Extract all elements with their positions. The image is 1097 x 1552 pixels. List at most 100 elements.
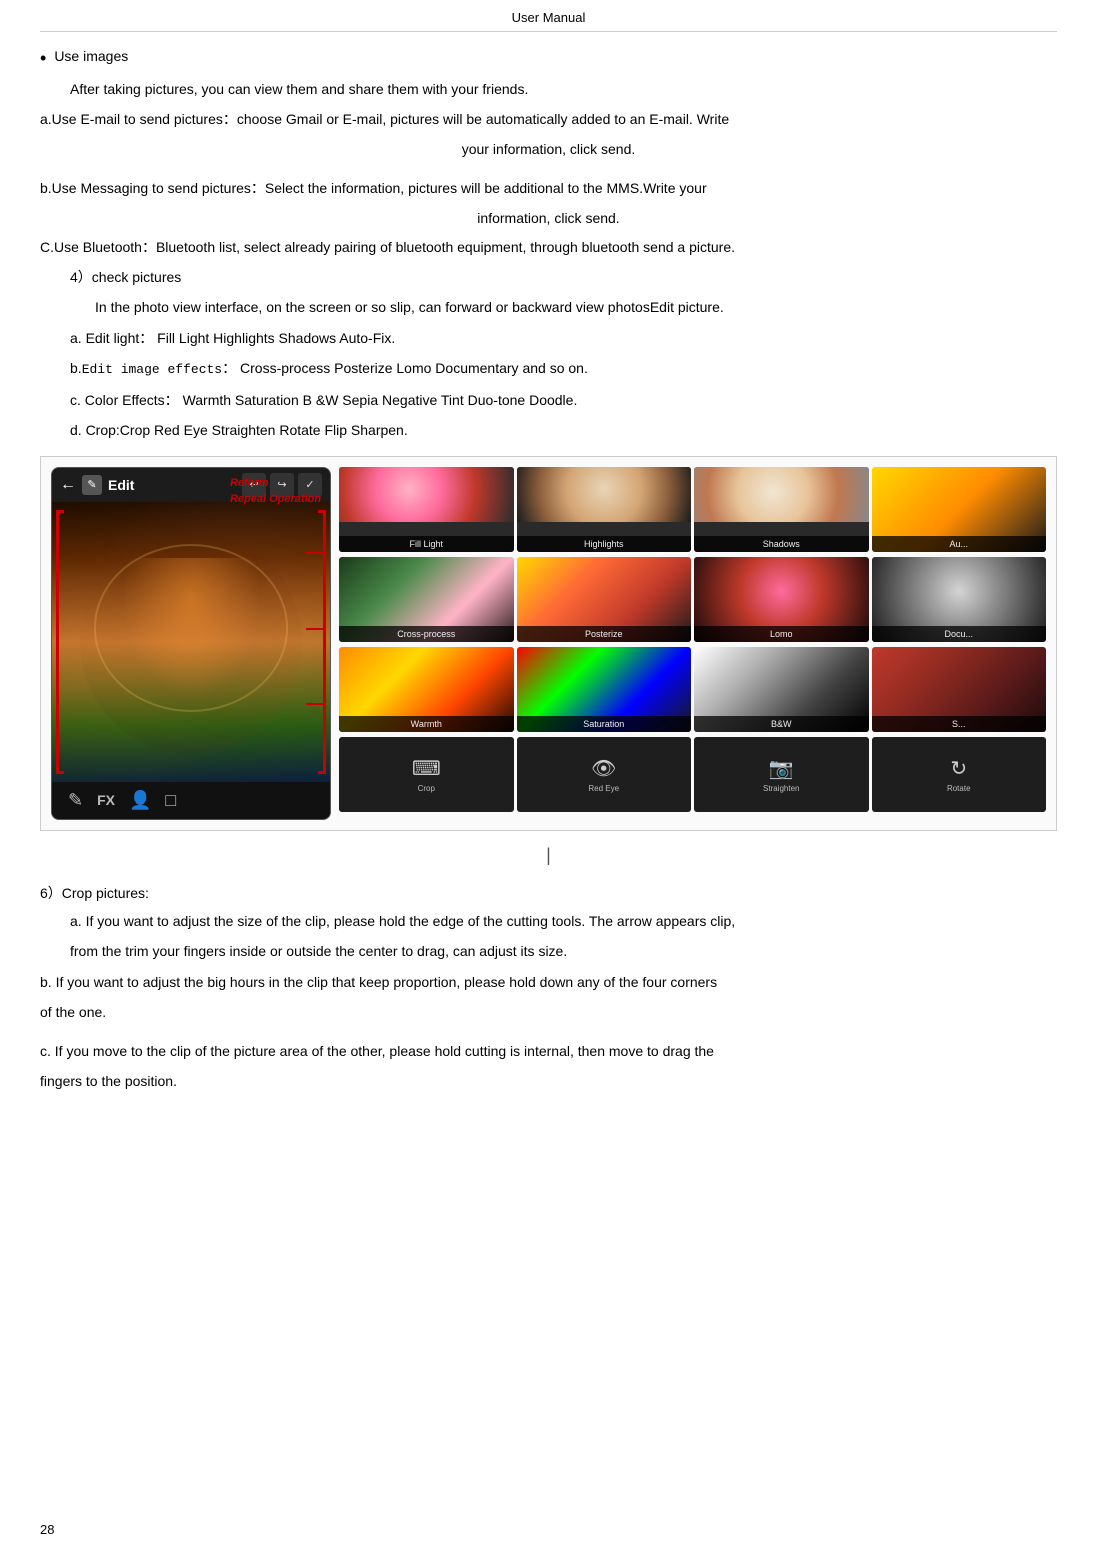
autofix-cell[interactable]: Au... <box>872 467 1047 552</box>
redeye-icon-label: Red Eye <box>588 784 619 793</box>
messaging-line1: b.Use Messaging to send pictures：Select … <box>40 177 1057 199</box>
page-header: User Manual <box>40 10 1057 32</box>
fx-label[interactable]: FX <box>97 792 115 808</box>
cursor-bar-line: | <box>40 845 1057 866</box>
edit-effects-colon: ： <box>222 360 236 376</box>
bluetooth-line: C.Use Bluetooth：Bluetooth list, select a… <box>40 236 1057 258</box>
edit-effects-line: b.Edit image effects： Cross-process Post… <box>70 357 1057 381</box>
autofix-label: Au... <box>872 536 1047 552</box>
documentary-cell[interactable]: Docu... <box>872 557 1047 642</box>
crop-bottom-icon[interactable]: □ <box>165 790 176 811</box>
crop-cell[interactable]: ⌨ Crop <box>339 737 514 812</box>
rotate-icon: ↻ <box>950 756 967 781</box>
cursor-symbol: | <box>546 845 551 865</box>
phone-carousel-image <box>52 502 330 782</box>
face-icon[interactable]: 👤 <box>129 790 151 811</box>
email-line1: a.Use E-mail to send pictures：choose Gma… <box>40 108 1057 130</box>
crop-e-text: c. If you move to the clip of the pictur… <box>40 1040 1057 1062</box>
bw-cell[interactable]: B&W <box>694 647 869 732</box>
s-label: S... <box>872 716 1047 732</box>
shadows-thumb <box>694 467 869 522</box>
email-line2: your information, click send. <box>40 138 1057 160</box>
reform-annotation: Reform Repeal Operation <box>230 473 321 505</box>
saturation-label: Saturation <box>517 716 692 732</box>
edit-effects-code: Edit image effects <box>82 362 222 377</box>
effects-row-3: Warmth Saturation B&W S... <box>339 647 1046 732</box>
straighten-cell[interactable]: 📷 Straighten <box>694 737 869 812</box>
pencil-icon[interactable]: ✎ <box>68 790 83 811</box>
shadows-cell[interactable]: Shadows <box>694 467 869 552</box>
crossprocess-label: Cross-process <box>339 626 514 642</box>
warmth-label: Warmth <box>339 716 514 732</box>
crop-c-text: b. If you want to adjust the big hours i… <box>40 971 1057 993</box>
edit-light-items: Fill Light Highlights Shadows Auto-Fix. <box>157 330 395 346</box>
after-taking-text: After taking pictures, you can view them… <box>70 78 1057 100</box>
shadows-label: Shadows <box>694 536 869 552</box>
red-line-row2 <box>306 628 326 630</box>
edit-light-label: a. Edit light： <box>70 330 153 346</box>
crop-b-text: from the trim your fingers inside or out… <box>70 940 1057 962</box>
page-number-label: 28 <box>40 1522 54 1537</box>
use-images-label: Use images <box>54 48 128 64</box>
photo-view-line: In the photo view interface, on the scre… <box>95 296 1057 318</box>
posterize-cell[interactable]: Posterize <box>517 557 692 642</box>
bw-label: B&W <box>694 716 869 732</box>
bullet-dot: • <box>40 48 46 70</box>
straighten-icon: 📷 <box>769 756 794 781</box>
fill-light-thumb <box>339 467 514 522</box>
rotate-icon-label: Rotate <box>947 784 971 793</box>
saturation-cell[interactable]: Saturation <box>517 647 692 732</box>
messaging-line2: information, click send. <box>40 207 1057 229</box>
lomo-label: Lomo <box>694 626 869 642</box>
image-composite-section: ← ✎ Edit ↩ ↪ ✓ Reform Repeal Operation <box>40 456 1057 831</box>
redeye-icon: 👁 <box>591 756 616 781</box>
crop-a-text: a. If you want to adjust the size of the… <box>70 910 1057 932</box>
highlights-thumb <box>517 467 692 522</box>
redeye-cell[interactable]: 👁 Red Eye <box>517 737 692 812</box>
effects-row-1: Fill Light Highlights Shadows Au... <box>339 467 1046 552</box>
phone-bottom-toolbar: ✎ FX 👤 □ <box>52 782 330 819</box>
color-effects-line: c. Color Effects： Warmth Saturation B &W… <box>70 389 1057 411</box>
crop-row: ⌨ Crop 👁 Red Eye 📷 Straighten ↻ Rotate <box>339 737 1046 812</box>
crop-section-title: 6）Crop pictures: <box>40 882 1057 904</box>
edit-effects-items: Cross-process Posterize Lomo Documentary… <box>240 360 588 376</box>
color-effects-label: c. Color Effects： <box>70 392 179 408</box>
documentary-label: Docu... <box>872 626 1047 642</box>
back-arrow-icon: ← <box>60 476 76 494</box>
rotate-cell[interactable]: ↻ Rotate <box>872 737 1047 812</box>
red-line-row1 <box>306 552 326 554</box>
lomo-cell[interactable]: Lomo <box>694 557 869 642</box>
crop-f-text: fingers to the position. <box>40 1070 1057 1092</box>
fill-light-label: Fill Light <box>339 536 514 552</box>
fill-light-cell[interactable]: Fill Light <box>339 467 514 552</box>
effects-row-2: Cross-process Posterize Lomo Docu... <box>339 557 1046 642</box>
crop-label: d. Crop:Crop Red Eye Straighten Rotate F… <box>70 422 408 438</box>
edit-icon-box: ✎ <box>82 475 102 495</box>
highlights-label: Highlights <box>517 536 692 552</box>
edit-effects-b: b. <box>70 360 82 376</box>
check-pictures: 4）check pictures <box>70 266 1057 288</box>
phone-mockup: ← ✎ Edit ↩ ↪ ✓ Reform Repeal Operation <box>51 467 331 820</box>
highlights-cell[interactable]: Highlights <box>517 467 692 552</box>
crop-d-text: of the one. <box>40 1001 1057 1023</box>
edit-light-line: a. Edit light： Fill Light Highlights Sha… <box>70 327 1057 349</box>
crop-line: d. Crop:Crop Red Eye Straighten Rotate F… <box>70 419 1057 441</box>
page-body: • Use images After taking pictures, you … <box>40 48 1057 1092</box>
crop-icon-label: Crop <box>418 784 435 793</box>
s-cell[interactable]: S... <box>872 647 1047 732</box>
straighten-icon-label: Straighten <box>763 784 799 793</box>
color-effects-items: Warmth Saturation B &W Sepia Negative Ti… <box>183 392 578 408</box>
reform-label: Reform <box>230 477 269 489</box>
repeal-label: Repeal Operation <box>230 493 321 505</box>
red-bracket-right <box>318 510 326 774</box>
right-panels-grid: Fill Light Highlights Shadows Au... Cros… <box>339 467 1046 812</box>
crossprocess-cell[interactable]: Cross-process <box>339 557 514 642</box>
red-line-row3 <box>306 703 326 705</box>
red-bracket-left <box>56 510 64 774</box>
phone-edit-title-label: Edit <box>108 477 134 493</box>
warmth-cell[interactable]: Warmth <box>339 647 514 732</box>
header-title: User Manual <box>512 10 586 25</box>
use-images-bullet: • Use images <box>40 48 1057 70</box>
crop-icon: ⌨ <box>412 756 441 781</box>
posterize-label: Posterize <box>517 626 692 642</box>
